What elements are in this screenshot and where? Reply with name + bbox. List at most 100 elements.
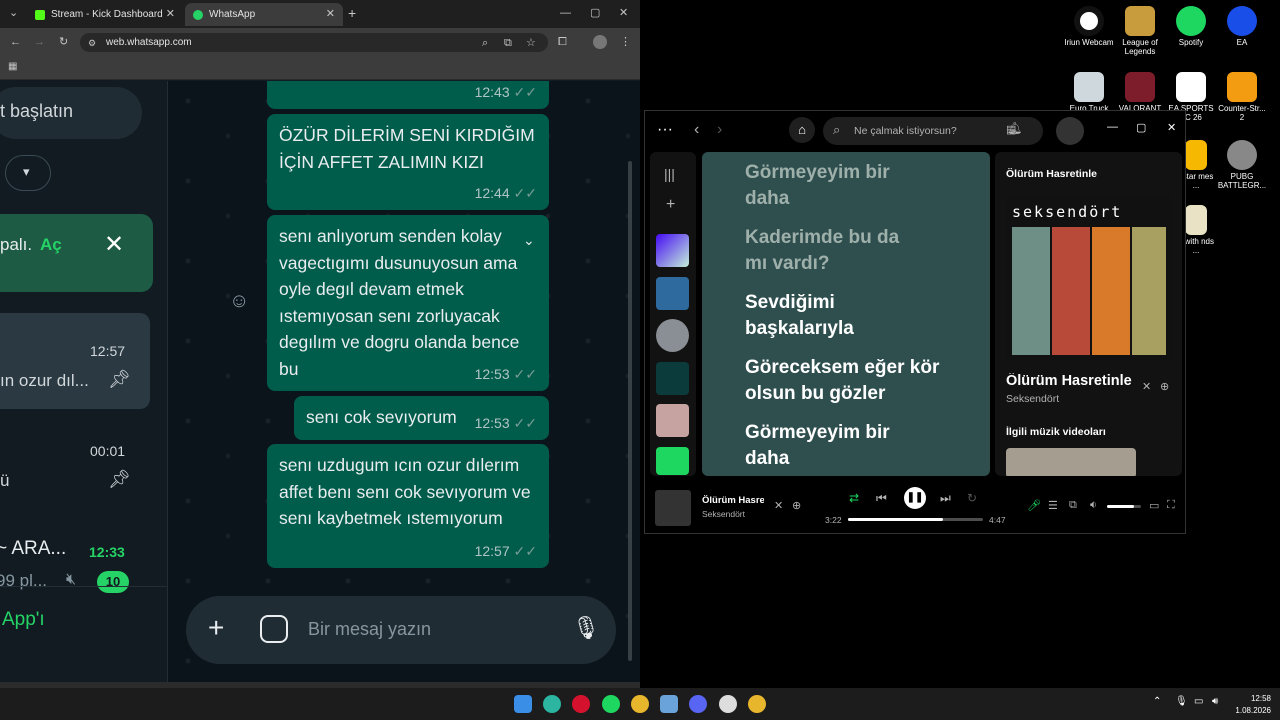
playlist-thumb[interactable]	[656, 404, 689, 437]
progress-bar[interactable]	[848, 518, 983, 521]
microphone-icon[interactable]: 🎙︎	[572, 615, 600, 641]
microphone-icon[interactable]: 🎙︎	[1175, 696, 1188, 707]
bookmark-star-icon[interactable]: ☆	[526, 36, 536, 50]
tray-chevron-icon[interactable]: ⌃	[1153, 696, 1161, 707]
volume-slider[interactable]	[1107, 505, 1141, 508]
close-window-icon[interactable]: ✕	[619, 6, 628, 20]
library-icon[interactable]: |||	[664, 166, 675, 182]
back-icon[interactable]: ←	[10, 35, 21, 49]
desktop-icon-spotify[interactable]: Spotify	[1166, 6, 1216, 47]
steam-icon[interactable]	[719, 695, 737, 713]
lyric-line[interactable]: Kaderimde bu da mı vardı?	[745, 225, 905, 277]
artist-thumb[interactable]	[656, 319, 689, 352]
mini-player-icon[interactable]: ▭	[1149, 499, 1159, 512]
desktop-icon-iriun[interactable]: Iriun Webcam	[1064, 6, 1114, 47]
next-icon[interactable]: ⏭︎	[940, 491, 951, 506]
maximize-icon[interactable]: ▢	[590, 6, 600, 20]
lyric-line[interactable]: Görmeyeyim bir daha	[745, 160, 895, 212]
now-playing-cover[interactable]	[655, 490, 691, 526]
playlist-thumb[interactable]	[656, 362, 689, 395]
reload-icon[interactable]: ↻	[59, 35, 68, 49]
minimize-icon[interactable]: —	[1107, 121, 1118, 133]
desktop-icon-ea[interactable]: EA	[1217, 6, 1267, 47]
message-bubble[interactable]: senı anlıyorum senden kolay vagectıgımı …	[267, 215, 549, 391]
add-to-playlist-icon[interactable]: ⊕	[1160, 380, 1169, 393]
add-icon[interactable]: +	[666, 196, 675, 214]
add-to-library-icon[interactable]: ⊕	[792, 499, 801, 512]
desktop-icon-lol[interactable]: League of Legends	[1115, 6, 1165, 56]
start-icon[interactable]	[514, 695, 532, 713]
close-icon[interactable]: ✕	[1142, 380, 1151, 393]
avatar[interactable]	[1056, 117, 1084, 145]
site-info-icon[interactable]: ⚙	[88, 36, 96, 50]
message-bubble[interactable]: senı uzdugum ıcın ozur dılerım affet ben…	[267, 444, 549, 568]
now-playing-artist[interactable]: Seksendört	[702, 509, 745, 519]
minimize-icon[interactable]: —	[560, 6, 571, 20]
maximize-icon[interactable]: ▢	[1136, 121, 1146, 134]
pause-button[interactable]: ❚❚	[904, 487, 926, 509]
lyric-line[interactable]: Görmeyeyim bir daha	[745, 420, 895, 472]
close-icon[interactable]: ✕	[774, 499, 783, 512]
now-playing-title[interactable]: Ölürüm Hasre	[702, 495, 764, 506]
lyrics-icon[interactable]: 🎤︎	[1027, 499, 1041, 512]
shuffle-icon[interactable]: ⇄	[849, 491, 859, 505]
emoji-react-icon[interactable]: ☺	[229, 290, 249, 313]
tab-search-icon[interactable]: ⌄	[9, 6, 18, 20]
chrome-icon[interactable]	[631, 695, 649, 713]
more-options-icon[interactable]: ···	[657, 121, 673, 139]
chat-item[interactable]: ~ ARA... 12:33 99 pl... 🔇︎ 10	[0, 533, 150, 593]
tab-kick[interactable]: Stream - Kick Dashboard ✕	[27, 3, 183, 26]
extensions-icon[interactable]: ⧠	[558, 35, 567, 49]
fullscreen-icon[interactable]: ⛶	[1167, 499, 1175, 512]
message-bubble[interactable]: ÖZÜR DİLERİM SENİ KIRDIĞIM İÇİN AFFET ZA…	[267, 114, 549, 210]
previous-icon[interactable]: ⏮︎	[876, 491, 887, 506]
filter-dropdown[interactable]: ▾	[5, 155, 51, 191]
attach-plus-icon[interactable]: +	[208, 613, 224, 643]
volume-icon[interactable]: 🔊︎	[1212, 696, 1218, 707]
menu-icon[interactable]: ⋮	[620, 35, 631, 49]
desktop-icon-pubg[interactable]: PUBG BATTLEGR...	[1217, 140, 1267, 190]
message-bubble[interactable]: 12:43 ✓✓	[267, 81, 549, 109]
artist-link[interactable]: Seksendört	[1006, 393, 1059, 405]
app-icon[interactable]	[660, 695, 678, 713]
track-title[interactable]: Ölürüm Hasretinle	[1006, 373, 1136, 389]
queue-icon[interactable]: ☰	[1048, 499, 1058, 512]
home-icon[interactable]: ⌂	[789, 117, 815, 143]
battery-icon[interactable]: ▭	[1194, 696, 1203, 707]
spotify-icon[interactable]	[602, 695, 620, 713]
message-bubble[interactable]: senı cok sevıyorum 12:53 ✓✓	[294, 396, 549, 440]
chat-item[interactable]: 12:57 ın ozur dıl... 📌︎	[0, 313, 150, 409]
sticker-icon[interactable]	[260, 615, 288, 643]
playlist-thumb[interactable]	[656, 277, 689, 310]
forward-icon[interactable]: →	[34, 35, 45, 49]
desktop-icon-valorant[interactable]: VALORANT	[1115, 72, 1165, 113]
desktop-icon-ets[interactable]: Euro Truck	[1064, 72, 1114, 113]
desktop-icon-cs2[interactable]: Counter-Str... 2	[1217, 72, 1267, 122]
discord-icon[interactable]	[689, 695, 707, 713]
bookmark-icon[interactable]	[656, 447, 689, 475]
volume-icon[interactable]: 🔉︎	[1090, 499, 1097, 512]
profile-avatar[interactable]	[593, 35, 607, 49]
chat-item[interactable]: 00:01 ü 📌︎	[0, 431, 150, 501]
lyric-line-current[interactable]: Sevdiğimi başkalarıyla	[745, 290, 895, 342]
new-chat-pill[interactable]: t başlatın	[0, 87, 142, 139]
apps-grid-icon[interactable]: ▦	[8, 60, 17, 74]
banner-open-link[interactable]: Aç	[40, 235, 62, 255]
close-window-icon[interactable]: ✕	[1167, 121, 1176, 134]
message-input[interactable]: Bir mesaj yazın	[308, 619, 431, 640]
bell-icon[interactable]: 🔔︎	[1007, 121, 1022, 135]
clock-time[interactable]: 12:58	[1233, 694, 1271, 703]
chrome-icon[interactable]	[748, 695, 766, 713]
close-icon[interactable]: ✕	[104, 230, 124, 259]
get-app-link[interactable]: App'ı	[2, 609, 45, 631]
new-tab-icon[interactable]: +	[348, 6, 356, 20]
close-icon[interactable]: ✕	[326, 7, 335, 20]
tab-whatsapp[interactable]: WhatsApp ✕	[185, 3, 343, 26]
lyric-line[interactable]: Göreceksem eğer kör olsun bu gözler	[745, 355, 945, 407]
message-menu-chevron-icon[interactable]: ⌄	[523, 227, 535, 254]
connect-device-icon[interactable]: ⧉	[1069, 499, 1077, 512]
edge-icon[interactable]	[543, 695, 561, 713]
opera-icon[interactable]	[572, 695, 590, 713]
close-icon[interactable]: ✕	[166, 7, 175, 20]
address-bar[interactable]: ⚙ web.whatsapp.com ⌕ ⧉ ☆	[80, 33, 548, 52]
